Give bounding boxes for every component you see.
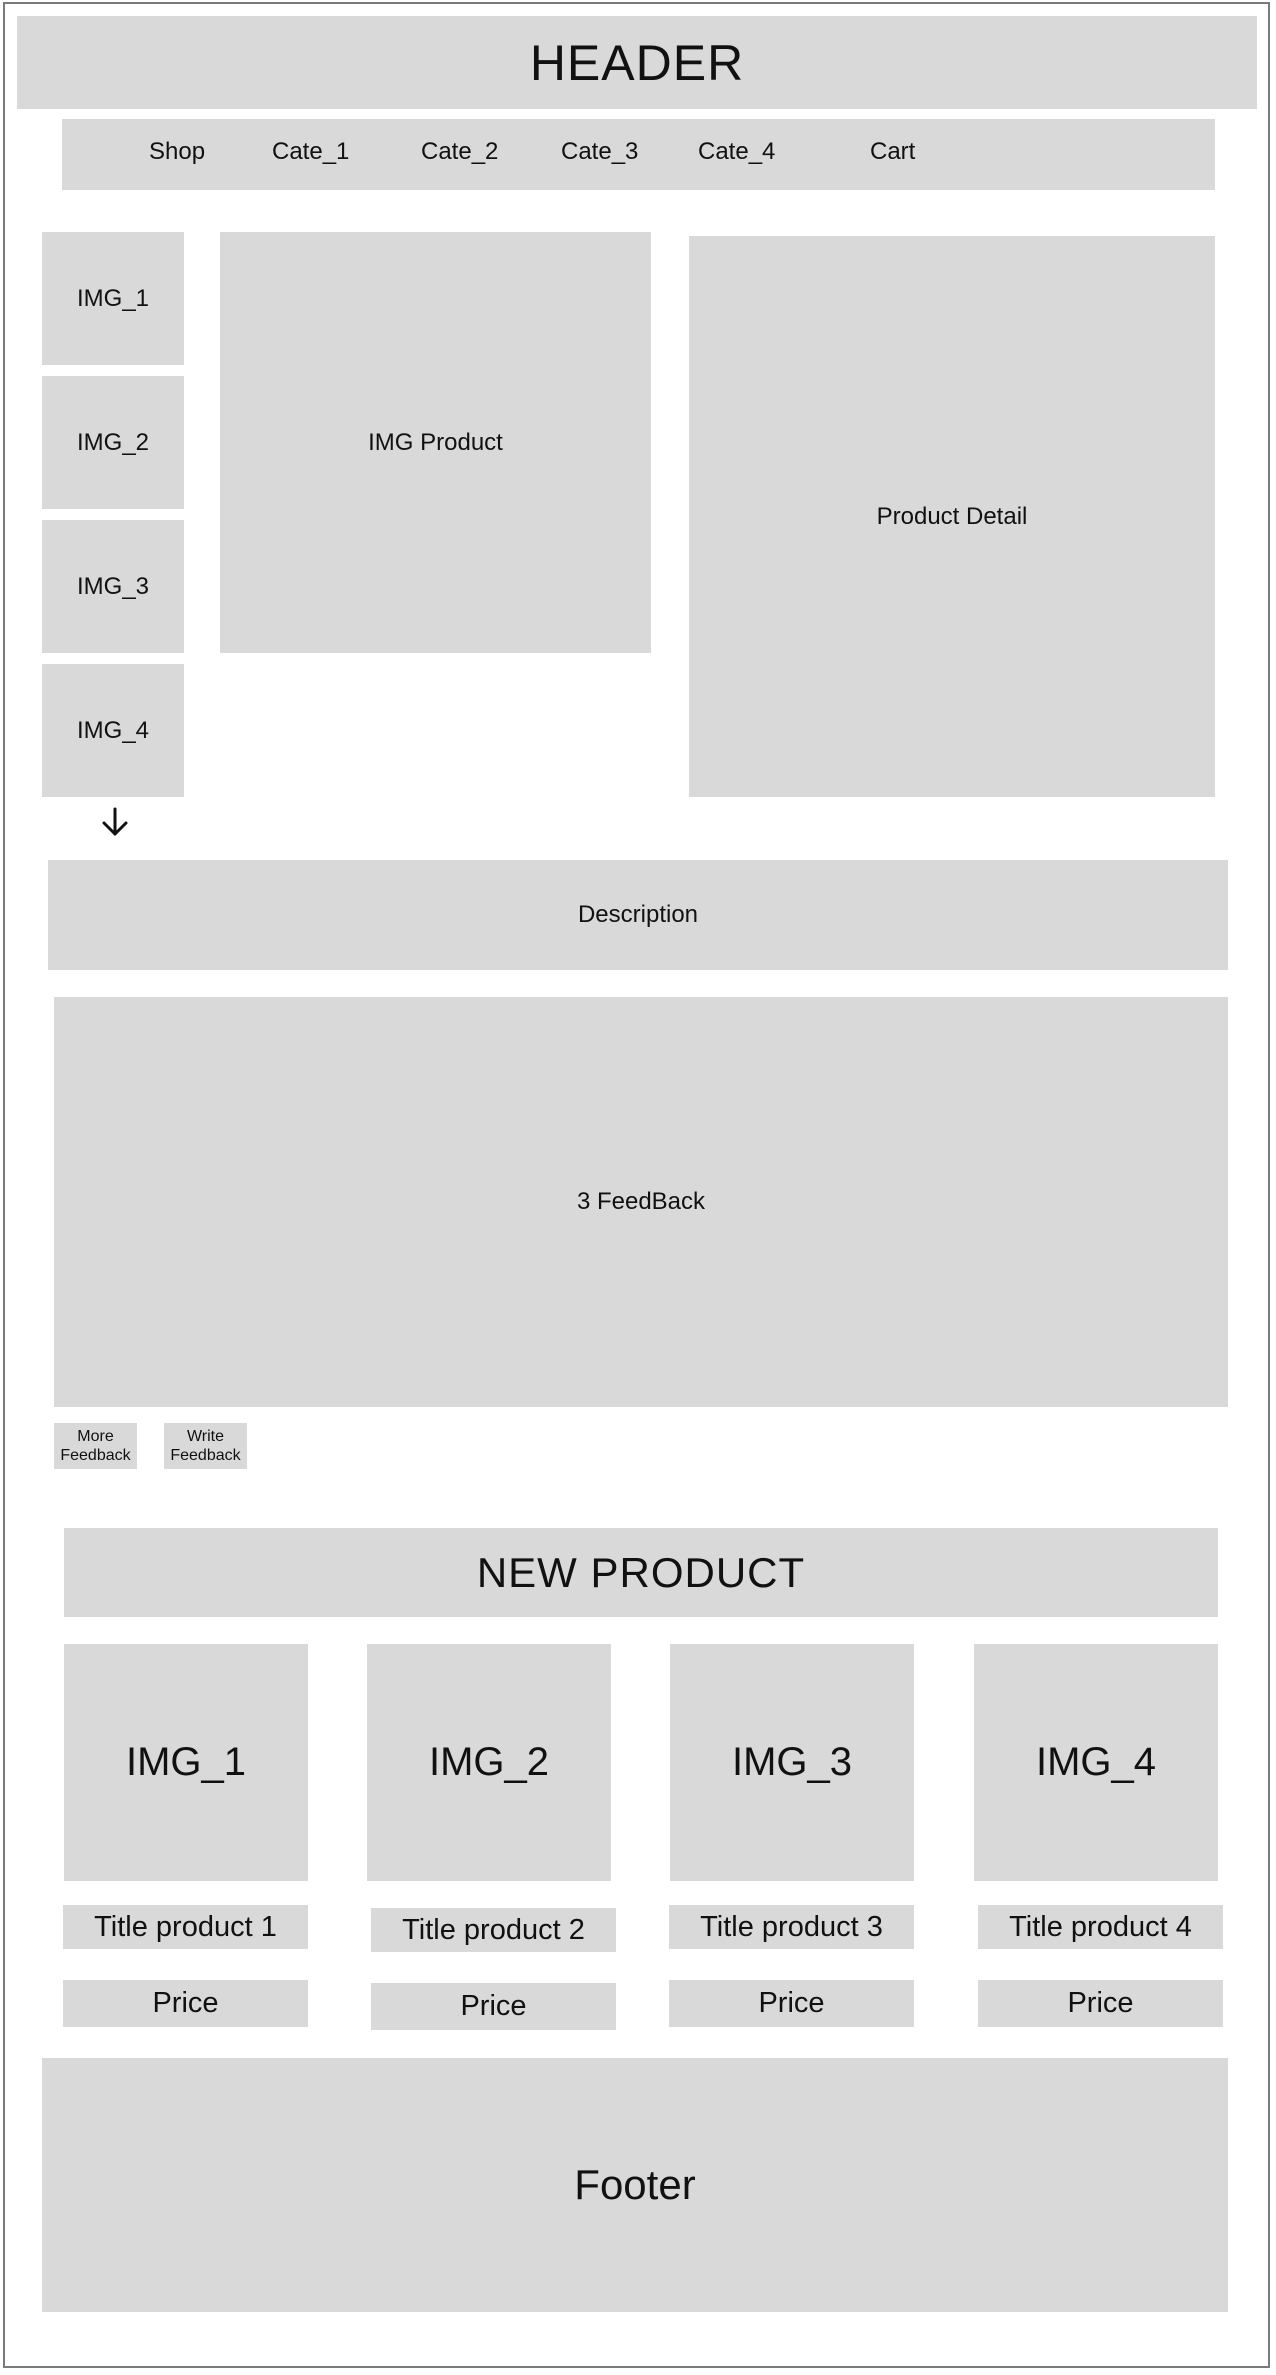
nav-item-cate-4[interactable]: Cate_4 xyxy=(698,138,775,166)
product-image-label: IMG_3 xyxy=(731,1740,853,1784)
product-detail-panel: Product Detail xyxy=(689,236,1215,797)
nav-item-cate-3[interactable]: Cate_3 xyxy=(561,138,638,166)
write-feedback-label-line2: Feedback xyxy=(170,1447,241,1464)
arrow-down-icon[interactable] xyxy=(100,806,130,838)
thumbnail-2[interactable]: IMG_2 xyxy=(42,376,184,509)
nav-item-cate-1[interactable]: Cate_1 xyxy=(272,138,349,166)
thumbnail-3[interactable]: IMG_3 xyxy=(42,520,184,653)
product-title-label: Title product 3 xyxy=(700,1910,883,1943)
write-feedback-button[interactable]: Write Feedback xyxy=(164,1423,247,1469)
new-product-price-4: Price xyxy=(978,1980,1223,2027)
product-price-label: Price xyxy=(758,1987,825,2019)
thumbnail-label: IMG_1 xyxy=(76,284,150,312)
new-product-title-3[interactable]: Title product 3 xyxy=(669,1905,914,1949)
header-title: HEADER xyxy=(529,34,745,91)
new-product-price-2: Price xyxy=(371,1983,616,2030)
new-product-title-4[interactable]: Title product 4 xyxy=(978,1905,1223,1949)
write-feedback-label-line1: Write xyxy=(186,1428,225,1445)
main-product-image-label: IMG Product xyxy=(368,428,503,456)
nav-item-cart[interactable]: Cart xyxy=(870,138,915,166)
more-feedback-button[interactable]: More Feedback xyxy=(54,1423,137,1469)
product-price-label: Price xyxy=(460,1990,527,2022)
product-image-label: IMG_2 xyxy=(428,1740,550,1784)
header: HEADER xyxy=(17,16,1257,109)
new-product-image-3[interactable]: IMG_3 xyxy=(670,1644,914,1881)
product-price-label: Price xyxy=(152,1987,219,2019)
product-title-label: Title product 1 xyxy=(94,1910,277,1943)
footer-label: Footer xyxy=(574,2161,696,2208)
product-title-label: Title product 4 xyxy=(1009,1910,1192,1943)
new-product-title: NEW PRODUCT xyxy=(476,1548,806,1596)
nav-item-cate-2[interactable]: Cate_2 xyxy=(421,138,498,166)
product-image-label: IMG_4 xyxy=(1035,1740,1157,1784)
more-feedback-label-line2: Feedback xyxy=(60,1447,131,1464)
product-title-label: Title product 2 xyxy=(402,1913,585,1946)
thumbnail-label: IMG_4 xyxy=(76,716,150,744)
feedback-label: 3 FeedBack xyxy=(576,1188,706,1215)
main-product-image: IMG Product xyxy=(220,232,651,653)
new-product-title-bar: NEW PRODUCT xyxy=(64,1528,1218,1617)
product-detail-label: Product Detail xyxy=(876,502,1028,530)
new-product-image-2[interactable]: IMG_2 xyxy=(367,1644,611,1881)
new-product-image-4[interactable]: IMG_4 xyxy=(974,1644,1218,1881)
footer: Footer xyxy=(42,2058,1228,2312)
thumbnail-label: IMG_3 xyxy=(76,572,150,600)
new-product-title-1[interactable]: Title product 1 xyxy=(63,1905,308,1949)
product-image-label: IMG_1 xyxy=(125,1740,247,1784)
product-price-label: Price xyxy=(1067,1987,1134,2019)
new-product-price-1: Price xyxy=(63,1980,308,2027)
description-label: Description xyxy=(577,901,699,928)
new-product-title-2[interactable]: Title product 2 xyxy=(371,1908,616,1952)
new-product-image-1[interactable]: IMG_1 xyxy=(64,1644,308,1881)
feedback-panel: 3 FeedBack xyxy=(54,997,1228,1407)
thumbnail-label: IMG_2 xyxy=(76,428,150,456)
nav-bar xyxy=(62,119,1215,190)
thumbnail-4[interactable]: IMG_4 xyxy=(42,664,184,797)
more-feedback-label-line1: More xyxy=(77,1428,114,1445)
description-panel: Description xyxy=(48,860,1228,970)
new-product-price-3: Price xyxy=(669,1980,914,2027)
nav-item-shop[interactable]: Shop xyxy=(149,138,205,166)
thumbnail-1[interactable]: IMG_1 xyxy=(42,232,184,365)
